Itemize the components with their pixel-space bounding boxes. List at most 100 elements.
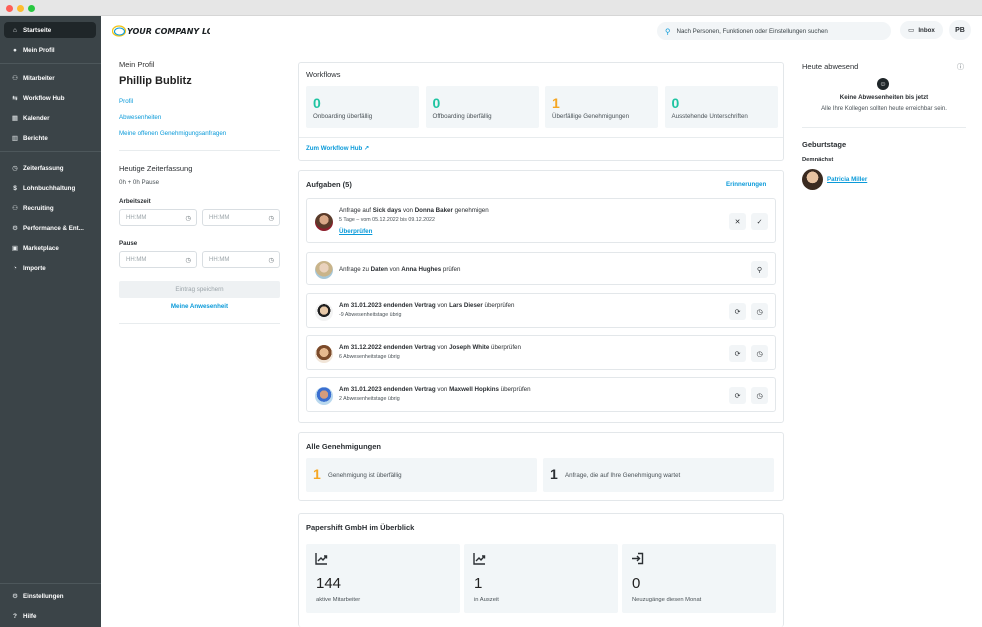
sidebar-item-startseite[interactable]: ⌂ Startseite: [4, 22, 96, 38]
task-item: Anfrage zu Daten von Anna Hughes prüfen ⚲: [306, 252, 776, 285]
work-end-input[interactable]: HH:MM ◷: [202, 209, 280, 226]
clock-button[interactable]: ◷: [751, 387, 768, 404]
break-start-placeholder: HH:MM: [126, 256, 147, 263]
renew-button[interactable]: ⟳: [729, 387, 746, 404]
workflow-stat-label: Onboarding überfällig: [313, 113, 373, 120]
maximize-window-button[interactable]: [28, 5, 35, 12]
overview-stat-box[interactable]: 144 aktive Mitarbeiter: [306, 544, 460, 613]
approval-label: Anfrage, die auf Ihre Genehmigung wartet: [565, 472, 681, 479]
workflow-stat-box[interactable]: 1 Überfällige Genehmigungen: [545, 86, 658, 128]
workflow-hub-link[interactable]: Zum Workflow Hub ↗: [306, 145, 369, 152]
clock-icon: ◷: [185, 215, 191, 222]
search-button[interactable]: ⚲: [751, 261, 768, 278]
close-window-button[interactable]: [6, 5, 13, 12]
task-text-part: überprüfen: [482, 302, 515, 309]
sidebar-item-hilfe[interactable]: ? Hilfe: [4, 608, 96, 624]
sidebar-item-einstellungen[interactable]: ⚙ Einstellungen: [4, 588, 96, 604]
review-link[interactable]: Überprüfen: [339, 228, 372, 235]
birthday-avatar[interactable]: [802, 169, 823, 190]
renew-button[interactable]: ⟳: [729, 303, 746, 320]
reject-button[interactable]: ✕: [729, 213, 746, 230]
task-avatar[interactable]: [315, 345, 333, 363]
sidebar-item-label: Startseite: [23, 26, 52, 34]
work-end-placeholder: HH:MM: [209, 214, 230, 221]
task-avatar[interactable]: [315, 213, 333, 231]
company-logo[interactable]: YOUR COMPANY LOGO: [111, 23, 227, 39]
approval-box[interactable]: 1 Anfrage, die auf Ihre Genehmigung warte…: [543, 458, 774, 492]
sidebar-item-kalender[interactable]: ▦ Kalender: [4, 110, 96, 126]
task-description: Am 31.01.2023 endenden Vertrag von Maxwe…: [339, 386, 531, 393]
clock-icon: ◷: [756, 392, 763, 400]
task-avatar[interactable]: [315, 387, 333, 405]
clock-icon: ◷: [268, 215, 274, 222]
absent-empty-title: Keine Abwesenheiten bis jetzt: [839, 94, 929, 101]
task-item: Am 31.01.2023 endenden Vertrag von Maxwe…: [306, 377, 776, 412]
birthdays-title: Geburtstage: [802, 140, 847, 149]
sidebar-item-mitarbeiter[interactable]: ⚇ Mitarbeiter: [4, 70, 96, 86]
clock-button[interactable]: ◷: [751, 303, 768, 320]
workflow-stat-label: Ausstehende Unterschriften: [671, 113, 748, 120]
task-text-part: von: [435, 386, 450, 393]
overview-stat-box[interactable]: 0 Neuzugänge diesen Monat: [622, 544, 776, 613]
user-avatar[interactable]: PB: [949, 20, 971, 40]
task-text-strong: Maxwell Hopkins: [449, 386, 499, 393]
inbox-icon: ▭: [908, 27, 915, 34]
sidebar-item-recruiting[interactable]: ⚇ Recruiting: [4, 200, 96, 216]
workflow-stat-value: 0: [671, 95, 680, 111]
sidebar-item-berichte[interactable]: ▥ Berichte: [4, 130, 96, 146]
workflow-stat-box[interactable]: 0 Offboarding überfällig: [425, 86, 539, 128]
search-input[interactable]: ⚲ Nach Personen, Funktionen oder Einstel…: [657, 22, 891, 40]
profile-name: Phillip Bublitz: [119, 75, 192, 87]
workflow-stat-box[interactable]: 0 Ausstehende Unterschriften: [664, 86, 778, 128]
task-avatar[interactable]: [315, 303, 333, 321]
minimize-window-button[interactable]: [17, 5, 24, 12]
divider: [119, 150, 280, 151]
reminders-link[interactable]: Erinnerungen: [726, 181, 766, 188]
sidebar-item-label: Recruiting: [23, 204, 54, 212]
sidebar-item-label: Zeiterfassung: [23, 164, 64, 172]
absences-link[interactable]: Abwesenheiten: [119, 114, 161, 121]
sidebar-item-performance-ent[interactable]: ⚙ Performance & Ent...: [4, 220, 96, 236]
sidebar-item-marketplace[interactable]: ▣ Marketplace: [4, 240, 96, 256]
sidebar-item-label: Mein Profil: [23, 46, 55, 54]
work-start-input[interactable]: HH:MM ◷: [119, 209, 197, 226]
task-item: Am 31.12.2022 endenden Vertrag von Josep…: [306, 335, 776, 370]
sidebar-item-importe[interactable]: ◔ Importe: [4, 260, 96, 276]
task-description: Anfrage zu Daten von Anna Hughes prüfen: [339, 266, 460, 273]
approval-box[interactable]: 1 Genehmigung ist überfällig: [306, 458, 537, 492]
task-subtext: 5 Tage – vom 05.12.2022 bis 09.12.2022: [339, 217, 435, 223]
workflow-stat-box[interactable]: 0 Onboarding überfällig: [306, 86, 419, 128]
overview-stat-value: 0: [632, 575, 641, 592]
sidebar-item-label: Workflow Hub: [23, 94, 65, 102]
sidebar-item-lohnbuchhaltung[interactable]: $ Lohnbuchhaltung: [4, 180, 96, 196]
task-text-part: Anfrage auf: [339, 207, 373, 214]
smiley-icon: ☺: [877, 78, 889, 90]
sidebar-item-label: Berichte: [23, 134, 48, 142]
renew-button[interactable]: ⟳: [729, 345, 746, 362]
sidebar-item-label: Importe: [23, 264, 46, 272]
svg-text:YOUR COMPANY LOGO: YOUR COMPANY LOGO: [127, 27, 210, 36]
task-text-part: genehmigen: [452, 207, 489, 214]
sidebar-item-mein-profil[interactable]: ● Mein Profil: [4, 42, 96, 58]
save-entry-button[interactable]: Eintrag speichern: [119, 281, 280, 298]
dollar-icon: $: [13, 184, 17, 192]
inbox-button[interactable]: ▭ Inbox: [900, 21, 943, 39]
workflow-stat-label: Überfällige Genehmigungen: [552, 113, 630, 120]
task-avatar[interactable]: [315, 261, 333, 279]
profile-panel: Mein Profil Phillip Bublitz: [119, 60, 279, 87]
clock-button[interactable]: ◷: [751, 345, 768, 362]
open-requests-link[interactable]: Meine offenen Genehmigungsanfragen: [119, 130, 226, 137]
break-end-placeholder: HH:MM: [209, 256, 230, 263]
divider: [299, 137, 783, 138]
task-subtext: -9 Abwesenheitstage übrig: [339, 312, 402, 318]
profile-link[interactable]: Profil: [119, 98, 133, 105]
info-icon[interactable]: ⓘ: [957, 62, 964, 72]
sidebar-item-zeiterfassung[interactable]: ◷ Zeiterfassung: [4, 160, 96, 176]
overview-stat-box[interactable]: 1 in Auszeit: [464, 544, 618, 613]
sidebar-item-workflow-hub[interactable]: ⇆ Workflow Hub: [4, 90, 96, 106]
my-attendance-link[interactable]: Meine Anwesenheit: [119, 303, 280, 310]
break-end-input[interactable]: HH:MM ◷: [202, 251, 280, 268]
birthday-person-link[interactable]: Patricia Miller: [827, 176, 867, 183]
break-start-input[interactable]: HH:MM ◷: [119, 251, 197, 268]
check-button[interactable]: ✓: [751, 213, 768, 230]
